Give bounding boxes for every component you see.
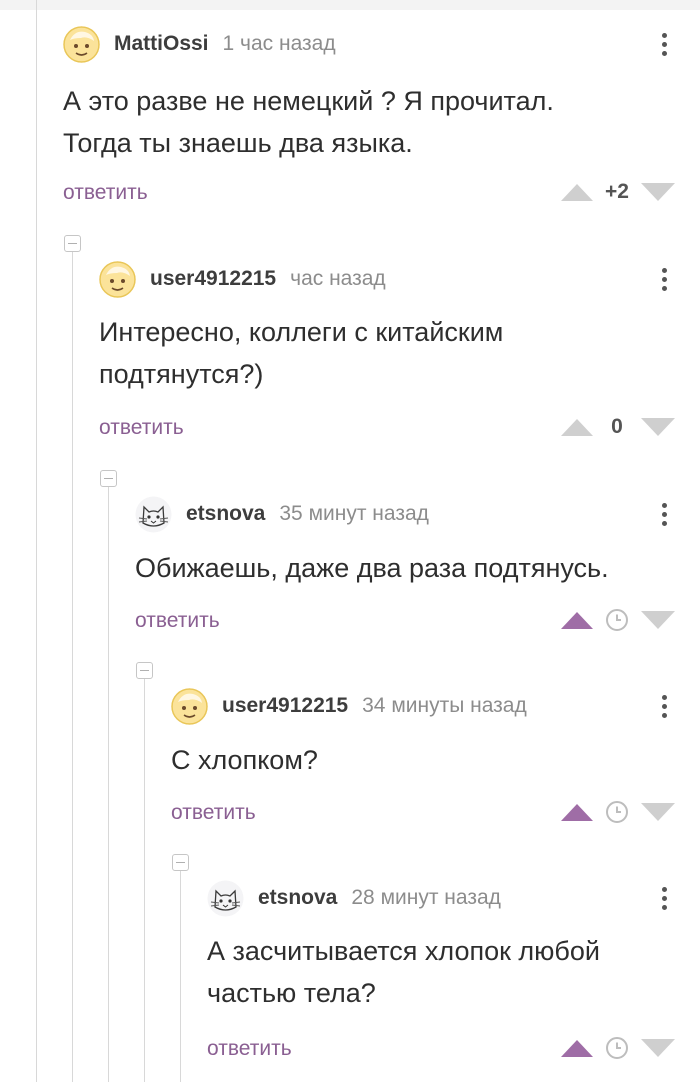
more-options-icon[interactable] [653,24,675,64]
vote-controls [561,796,675,828]
comment-text: С хлопком? [171,745,318,775]
comment: user4912215 час назад Интересно, коллеги… [99,259,675,449]
username-link[interactable]: user4912215 [222,694,348,718]
smiley-avatar-icon[interactable] [99,260,136,298]
downvote-arrow-icon[interactable] [641,611,675,629]
thread-line [36,0,37,1082]
more-options-icon[interactable] [653,878,675,918]
smiley-avatar-icon[interactable] [171,687,208,725]
username-link[interactable]: etsnova [258,886,337,910]
thread-line [72,252,73,1082]
rating-value: 0 [611,415,623,438]
collapse-thread-button[interactable] [172,854,189,871]
comment-header: user4912215 34 минуты назад [171,686,527,726]
vote-controls: 0 [561,411,675,443]
username-link[interactable]: MattiOssi [114,32,209,56]
upvote-arrow-icon[interactable] [561,1039,593,1057]
clock-icon [593,1036,641,1060]
more-options-icon[interactable] [653,494,675,534]
vote-controls [561,1032,675,1064]
comment-header: etsnova 35 минут назад [135,494,429,534]
more-options-icon[interactable] [653,259,675,299]
clock-icon [593,800,641,824]
comment: user4912215 34 минуты назад С хлопком? о… [171,686,675,836]
thread-line [180,871,181,1082]
more-options-icon[interactable] [653,686,675,726]
vote-controls [561,604,675,636]
reply-link[interactable]: ответить [135,609,220,633]
reply-link[interactable]: ответить [99,416,184,440]
comment-header: user4912215 час назад [99,259,386,299]
vote-controls: +2 [561,176,675,208]
comment-text: А засчитывается хлопок любой частью тела… [207,936,600,1008]
reply-link[interactable]: ответить [63,181,148,205]
reply-link[interactable]: ответить [207,1037,292,1061]
cat-sketch-avatar-icon[interactable] [207,880,244,917]
thread-line [108,487,109,1082]
cat-sketch-avatar-icon[interactable] [135,496,172,533]
comment-header: etsnova 28 минут назад [207,878,501,918]
downvote-arrow-icon[interactable] [641,803,675,821]
rating-value: +2 [605,180,629,203]
upvote-arrow-icon[interactable] [561,803,593,821]
clock-icon [593,608,641,632]
comment: etsnova 35 минут назад Обижаешь, даже дв… [135,494,675,644]
comment: etsnova 28 минут назад А засчитывается х… [207,878,675,1068]
collapse-thread-button[interactable] [136,662,153,679]
comment: MattiOssi 1 час назад А это разве не нем… [63,24,675,214]
downvote-arrow-icon[interactable] [641,183,675,201]
upvote-arrow-icon[interactable] [561,183,593,201]
top-strip [0,0,700,10]
upvote-arrow-icon[interactable] [561,611,593,629]
collapse-thread-button[interactable] [100,470,117,487]
comment-time[interactable]: 34 минуты назад [362,694,527,718]
comment-header: MattiOssi 1 час назад [63,24,336,64]
collapse-thread-button[interactable] [64,235,81,252]
downvote-arrow-icon[interactable] [641,418,675,436]
comment-time[interactable]: 35 минут назад [279,502,429,526]
comment-time[interactable]: 1 час назад [223,32,336,56]
smiley-avatar-icon[interactable] [63,25,100,63]
upvote-arrow-icon[interactable] [561,418,593,436]
comment-text: Интересно, коллеги с китайским подтянутс… [99,317,504,389]
reply-link[interactable]: ответить [171,801,256,825]
downvote-arrow-icon[interactable] [641,1039,675,1057]
comment-text: Обижаешь, даже два раза подтянусь. [135,553,609,583]
thread-line [144,679,145,1082]
username-link[interactable]: etsnova [186,502,265,526]
comment-time[interactable]: 28 минут назад [351,886,501,910]
username-link[interactable]: user4912215 [150,267,276,291]
comment-time[interactable]: час назад [290,267,386,291]
comment-text: А это разве не немецкий ? Я прочитал. То… [63,86,554,158]
